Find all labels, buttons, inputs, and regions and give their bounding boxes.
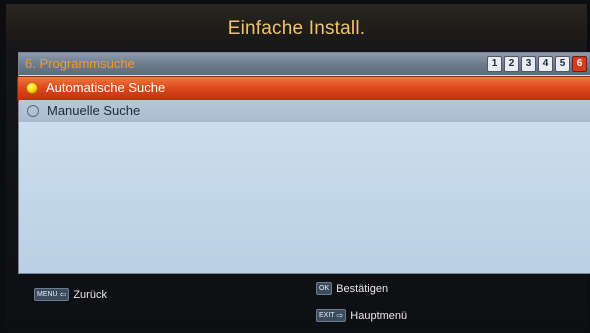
radio-selected-icon	[26, 82, 38, 94]
step-2: 2	[504, 56, 519, 72]
footer-back[interactable]: MENU ⇦ Zurück	[34, 288, 107, 301]
option-label: Automatische Suche	[46, 80, 166, 95]
install-panel: 6. Programmsuche 1 2 3 4 5 6 Automatisch…	[17, 52, 590, 274]
ok-key-icon: OK	[316, 282, 333, 295]
main-menu-label: Hauptmenü	[350, 309, 408, 322]
step-3: 3	[521, 56, 536, 72]
exit-key-icon: EXIT ⇨	[316, 309, 347, 322]
step-1: 1	[487, 56, 502, 72]
panel-header: 6. Programmsuche 1 2 3 4 5 6	[19, 53, 590, 75]
back-label: Zurück	[73, 288, 107, 301]
page-title: Einfache Install.	[227, 18, 366, 39]
confirm-label: Bestätigen	[336, 282, 389, 295]
step-4: 4	[538, 56, 553, 72]
tv-screen: Einfache Install. 6. Programmsuche 1 2 3…	[6, 4, 590, 331]
step-6-active: 6	[572, 56, 587, 72]
radio-empty-icon	[27, 105, 39, 117]
footer-confirm[interactable]: OK Bestätigen	[316, 282, 388, 295]
option-manual-search[interactable]: Manuelle Suche	[19, 100, 590, 122]
menu-key-icon: MENU ⇦	[34, 288, 70, 301]
step-indicator: 1 2 3 4 5 6	[487, 56, 587, 72]
option-label: Manuelle Suche	[47, 103, 141, 118]
footer-main-menu[interactable]: EXIT ⇨ Hauptmenü	[316, 309, 407, 322]
step-5: 5	[555, 56, 570, 72]
title-bar: Einfache Install.	[6, 4, 587, 50]
option-automatic-search[interactable]: Automatische Suche	[17, 76, 590, 101]
section-title: 6. Programmsuche	[25, 56, 135, 71]
